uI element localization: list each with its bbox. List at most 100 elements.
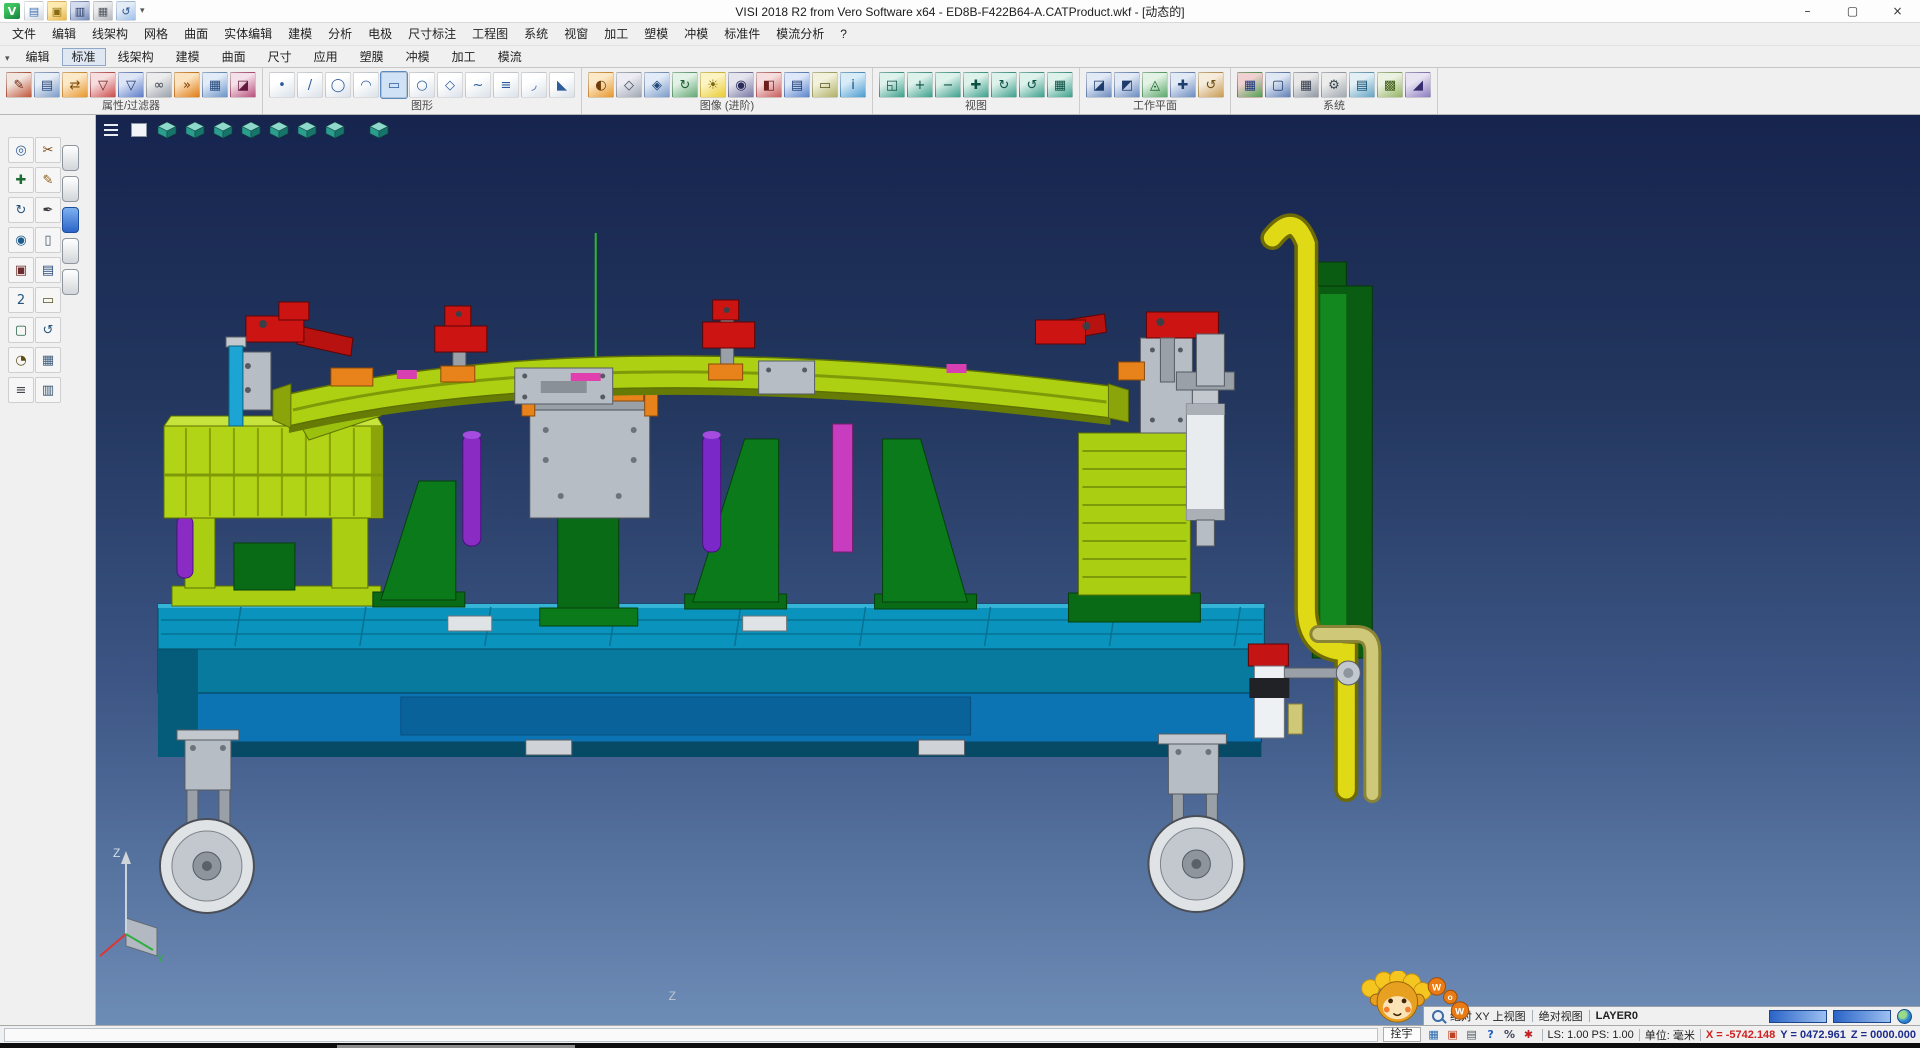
zoom-out-icon[interactable]: − (935, 72, 961, 98)
tab-1[interactable]: 编辑 (16, 48, 60, 66)
maximize-button[interactable]: ▢ (1830, 0, 1875, 22)
cart-platform[interactable] (158, 604, 1264, 757)
tab-5[interactable]: 曲面 (212, 48, 256, 66)
right-caster[interactable] (1148, 734, 1244, 912)
grid-icon[interactable]: ▦ (35, 347, 61, 373)
menu-item-18[interactable]: 模流分析 (768, 24, 832, 44)
snap-toggle[interactable]: 拴宇 (1383, 1027, 1421, 1042)
tab-8[interactable]: 塑膜 (350, 48, 394, 66)
previous-view-icon[interactable]: ↺ (1019, 72, 1045, 98)
viewport-canvas[interactable]: Z X Y Z (96, 115, 1920, 1025)
minimize-button[interactable]: – (1785, 0, 1830, 22)
model-green-panel[interactable] (1312, 262, 1372, 658)
quick-access-caret-icon[interactable]: ▾ (140, 6, 145, 16)
move-icon[interactable]: ✚ (8, 167, 34, 193)
filter-slot-2[interactable] (62, 176, 79, 202)
menu-item-15[interactable]: 塑模 (636, 24, 676, 44)
undo-step-icon[interactable]: ↺ (35, 317, 61, 343)
shade-render-icon[interactable]: ◐ (588, 72, 614, 98)
zoom-window-icon[interactable]: ◎ (8, 137, 34, 163)
attr-edit-icon[interactable]: ✎ (6, 72, 32, 98)
screen-icon[interactable]: ▢ (1265, 72, 1291, 98)
menu-item-11[interactable]: 工程图 (464, 24, 516, 44)
filter-slot-3[interactable] (62, 207, 79, 233)
draw-ellipse-icon[interactable]: ○ (409, 72, 435, 98)
left-fixture-block[interactable] (164, 402, 383, 606)
menu-item-13[interactable]: 视窗 (556, 24, 596, 44)
center-column[interactable] (522, 384, 658, 626)
filter-slot-1[interactable] (62, 145, 79, 171)
menu-item-8[interactable]: 分析 (320, 24, 360, 44)
mark-icon[interactable]: ✒ (35, 197, 61, 223)
hidden-line-icon[interactable]: ◈ (644, 72, 670, 98)
menu-item-3[interactable]: 线架构 (84, 24, 136, 44)
active-layer-label[interactable]: LAYER0 (1596, 1010, 1638, 1022)
filter-slot-5[interactable] (62, 269, 79, 295)
image-status-icon[interactable]: ▣ (1445, 1028, 1461, 1041)
absolute-view-label[interactable]: 绝对视图 (1539, 1008, 1583, 1024)
menu-item-7[interactable]: 建模 (280, 24, 320, 44)
layers-icon[interactable]: ≡ (8, 377, 34, 403)
save-icon[interactable]: ▥ (70, 1, 90, 21)
filter-slot-4[interactable] (62, 238, 79, 264)
menu-item-4[interactable]: 网格 (136, 24, 176, 44)
workplane-xz-icon[interactable]: ◩ (1114, 72, 1140, 98)
calculator-icon[interactable]: ▦ (1293, 72, 1319, 98)
tab-2[interactable]: 标准 (62, 48, 106, 66)
draw-line-icon[interactable]: / (297, 72, 323, 98)
tab-9[interactable]: 冲模 (396, 48, 440, 66)
view-left-icon[interactable] (238, 119, 263, 141)
tab-4[interactable]: 建模 (166, 48, 210, 66)
zoom-in-icon[interactable]: + (907, 72, 933, 98)
views-list-icon[interactable]: ▦ (1047, 72, 1073, 98)
table-icon[interactable]: ▤ (1349, 72, 1375, 98)
tab-3[interactable]: 线架构 (108, 48, 164, 66)
draw-offset-icon[interactable]: ≡ (493, 72, 519, 98)
quick-erase-icon[interactable]: ◪ (230, 72, 256, 98)
cyan-cylinder[interactable] (226, 337, 246, 426)
snap-status-icon[interactable]: ✱ (1521, 1028, 1537, 1041)
printer-status-icon[interactable]: ▤ (1464, 1028, 1480, 1041)
view-bottom-icon[interactable] (322, 119, 347, 141)
two-d-icon[interactable]: 2 (8, 287, 34, 313)
zoom-fit-icon[interactable]: ◱ (879, 72, 905, 98)
stamp-icon[interactable]: ▣ (8, 257, 34, 283)
dynamic-rotate-icon[interactable]: ↻ (672, 72, 698, 98)
close-button[interactable]: × (1875, 0, 1920, 22)
left-caster[interactable] (160, 730, 254, 913)
menu-item-10[interactable]: 尺寸标注 (400, 24, 464, 44)
draw-fillet-icon[interactable]: ◞ (521, 72, 547, 98)
open-folder-icon[interactable]: ▣ (47, 1, 67, 21)
viewport[interactable]: Z X Y Z (96, 115, 1920, 1025)
view-back-icon[interactable] (210, 119, 235, 141)
tabbar-caret-icon[interactable]: ▾ (2, 54, 15, 67)
rotate-icon[interactable]: ↻ (8, 197, 34, 223)
rotate-view-icon[interactable]: ↻ (991, 72, 1017, 98)
layer-filter-icon[interactable]: ▦ (202, 72, 228, 98)
camera-view-icon[interactable]: ◉ (728, 72, 754, 98)
undo-icon[interactable]: ↺ (116, 1, 136, 21)
view-right-icon[interactable] (266, 119, 291, 141)
workplane-normal-icon[interactable]: ✚ (1170, 72, 1196, 98)
section-view-icon[interactable]: ◧ (756, 72, 782, 98)
trim-icon[interactable]: ✂ (35, 137, 61, 163)
sheet-icon[interactable]: ▯ (35, 227, 61, 253)
tab-11[interactable]: 模流 (488, 48, 532, 66)
tab-10[interactable]: 加工 (442, 48, 486, 66)
attr-copy-icon[interactable]: ▤ (34, 72, 60, 98)
measure-icon[interactable]: ▭ (812, 72, 838, 98)
filter-remove-icon[interactable]: ▽ (118, 72, 144, 98)
grid-settings-icon[interactable]: ▩ (1377, 72, 1403, 98)
sketch-icon[interactable]: ✎ (35, 167, 61, 193)
light-icon[interactable]: ☀ (700, 72, 726, 98)
tab-6[interactable]: 尺寸 (258, 48, 302, 66)
draw-point-icon[interactable]: • (269, 72, 295, 98)
percent-status-icon[interactable]: % (1502, 1028, 1518, 1041)
select-arrows-icon[interactable]: » (174, 72, 200, 98)
clamp-right-cluster[interactable] (1035, 312, 1224, 386)
color-palette-icon[interactable]: ▦ (1237, 72, 1263, 98)
select-chain-icon[interactable]: ∞ (146, 72, 172, 98)
menu-item-14[interactable]: 加工 (596, 24, 636, 44)
menu-item-12[interactable]: 系统 (516, 24, 556, 44)
menu-item-5[interactable]: 曲面 (176, 24, 216, 44)
